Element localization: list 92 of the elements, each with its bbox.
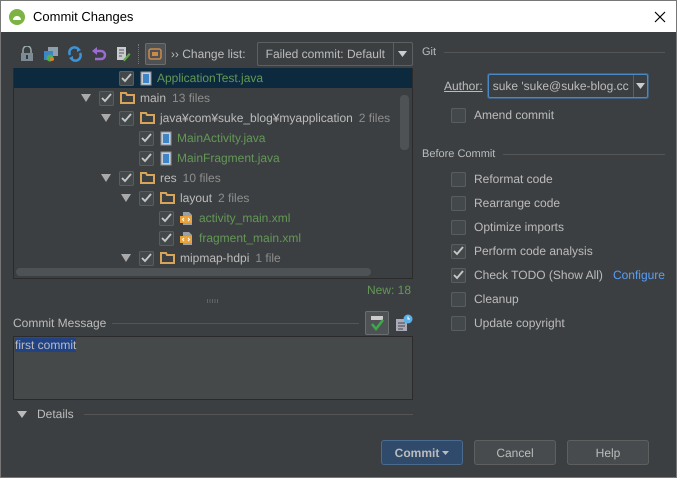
- checkbox[interactable]: [139, 150, 154, 166]
- folder-icon: [140, 112, 155, 124]
- section-title: Git: [422, 46, 436, 58]
- file-name: fragment_main.xml: [199, 231, 302, 245]
- checkbox[interactable]: [451, 292, 466, 306]
- expand-arrow-icon[interactable]: [81, 94, 91, 102]
- folder-name: main: [140, 91, 166, 105]
- tree-row[interactable]: ApplicationTest.java: [14, 68, 412, 88]
- tree-row[interactable]: layout 2 files: [14, 188, 412, 208]
- group-toggle-button[interactable]: [145, 43, 166, 65]
- group-icon: [147, 46, 164, 62]
- checkbox[interactable]: [139, 250, 154, 266]
- dialog-button[interactable]: Help: [567, 440, 649, 465]
- expand-arrow-icon[interactable]: [121, 194, 131, 202]
- file-count: 10 files: [182, 171, 221, 185]
- dialog-button[interactable]: Cancel: [474, 440, 556, 465]
- checkbox[interactable]: [451, 268, 466, 282]
- spellcheck-icon: [368, 314, 386, 332]
- section-title: Before Commit: [422, 148, 496, 160]
- file-count: 13 files: [172, 91, 210, 105]
- details-toggle[interactable]: Details: [17, 407, 74, 421]
- configure-link[interactable]: Configure: [612, 268, 665, 282]
- checkbox[interactable]: [119, 170, 134, 186]
- tree-row[interactable]: activity_main.xml: [14, 208, 412, 228]
- file-name: MainActivity.java: [177, 131, 266, 145]
- checkbox-label: Rearrange code: [474, 196, 560, 210]
- android-icon: [9, 8, 25, 24]
- checkbox-label: Update copyright: [474, 316, 565, 330]
- checkbox[interactable]: [139, 190, 154, 206]
- folder-name: res: [160, 171, 177, 185]
- spellcheck-button[interactable]: [365, 311, 389, 335]
- java-file-icon: [160, 150, 172, 166]
- checkbox-label: Perform code analysis: [474, 244, 593, 258]
- xml-file-icon: [180, 210, 194, 226]
- section-title: Commit Message: [13, 316, 106, 330]
- file-name: ApplicationTest.java: [157, 71, 264, 85]
- dropdown-arrow-icon: [636, 83, 645, 89]
- java-file-icon: [160, 130, 172, 146]
- checkbox[interactable]: [159, 210, 174, 226]
- checkbox-label: Optimize imports: [474, 220, 564, 234]
- checkbox-label: Reformat code: [474, 172, 553, 186]
- checkbox-label: Cleanup: [474, 292, 519, 306]
- tree-row[interactable]: res 10 files: [14, 168, 412, 188]
- file-count: 1 file: [255, 251, 281, 265]
- tree-row[interactable]: MainActivity.java: [14, 128, 412, 148]
- author-dropdown[interactable]: suke 'suke@suke-blog.cc: [488, 74, 648, 98]
- checkbox[interactable]: [451, 108, 466, 122]
- folder-icon: [140, 172, 155, 184]
- tree-row[interactable]: mipmap-hdpi 1 file: [14, 248, 412, 268]
- history-icon[interactable]: [395, 314, 413, 332]
- commit-message-field[interactable]: first commit: [13, 336, 413, 400]
- checkbox[interactable]: [451, 172, 466, 186]
- expand-arrow-icon[interactable]: [101, 114, 111, 122]
- checkbox[interactable]: [159, 230, 174, 246]
- expand-arrow-icon[interactable]: [121, 254, 131, 262]
- changelist-label: ›› Change list:: [170, 47, 246, 61]
- xml-file-icon: [180, 230, 194, 246]
- splitter-handle[interactable]: [206, 299, 220, 303]
- folder-name: java¥com¥suke_blog¥myapplication: [160, 111, 353, 125]
- folder-icon: [120, 92, 135, 104]
- checkbox[interactable]: [119, 70, 134, 86]
- close-icon[interactable]: [654, 10, 666, 22]
- java-file-icon: [140, 70, 152, 86]
- checkbox-label: Amend commit: [474, 108, 554, 122]
- tree-row[interactable]: main 13 files: [14, 88, 412, 108]
- checkbox[interactable]: [451, 196, 466, 210]
- checkbox[interactable]: [99, 90, 114, 106]
- file-count: 2 files: [358, 111, 390, 125]
- author-label: Author:: [444, 79, 483, 93]
- checkbox[interactable]: [451, 220, 466, 234]
- folder-name: layout: [180, 191, 212, 205]
- tree-row[interactable]: fragment_main.xml: [14, 228, 412, 248]
- expand-arrow-icon[interactable]: [101, 174, 111, 182]
- checkbox-label: Check TODO (Show All): [474, 268, 603, 282]
- window-title: Commit Changes: [33, 9, 134, 24]
- tree-row[interactable]: java¥com¥suke_blog¥myapplication 2 files: [14, 108, 412, 128]
- dialog-button[interactable]: Commit: [381, 440, 463, 465]
- checkbox[interactable]: [119, 110, 134, 126]
- checkbox[interactable]: [451, 244, 466, 258]
- file-name: MainFragment.java: [177, 151, 280, 165]
- file-count: 2 files: [218, 191, 250, 205]
- folder-name: mipmap-hdpi: [180, 251, 250, 265]
- file-name: activity_main.xml: [199, 211, 290, 225]
- tree-row[interactable]: MainFragment.java: [14, 148, 412, 168]
- folder-icon: [160, 252, 175, 264]
- checkbox[interactable]: [139, 130, 154, 146]
- expand-arrow-icon: [17, 410, 27, 418]
- changelist-dropdown[interactable]: Failed commit: Default: [256, 42, 413, 66]
- folder-icon: [160, 192, 175, 204]
- new-files-count: New: 18: [366, 283, 411, 299]
- dropdown-arrow-icon: [398, 51, 408, 57]
- checkbox[interactable]: [451, 316, 466, 330]
